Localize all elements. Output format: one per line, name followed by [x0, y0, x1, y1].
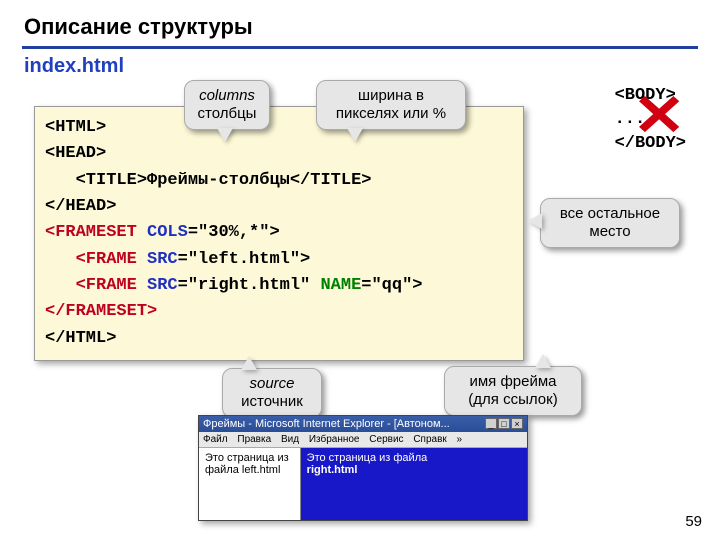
- browser-titlebar: Фреймы - Microsoft Internet Explorer - […: [199, 416, 527, 432]
- callout-rest: все остальное место: [540, 198, 680, 248]
- frame-right-text: Это страница из файла: [307, 452, 428, 464]
- callout-framename: имя фрейма (для ссылок): [444, 366, 582, 416]
- menu-item[interactable]: Справк: [413, 434, 446, 445]
- code-line: <FRAME: [45, 250, 137, 269]
- frame-left: Это страница из файла left.html: [199, 448, 301, 520]
- menu-item[interactable]: Избранное: [309, 434, 360, 445]
- body-close: </BODY>: [615, 132, 686, 156]
- title-rule: [22, 46, 698, 49]
- page-number: 59: [685, 513, 702, 530]
- browser-window: Фреймы - Microsoft Internet Explorer - […: [198, 415, 528, 521]
- frame-left-text: Это страница из файла left.html: [205, 452, 289, 476]
- callout-tail-icon: [347, 128, 363, 142]
- code-line: <HEAD>: [45, 144, 106, 163]
- callout-text: имя фрейма (для ссылок): [468, 373, 557, 408]
- code-line: </FRAMESET>: [45, 302, 157, 321]
- callout-text: columns: [199, 87, 255, 104]
- code-block: <HTML> <HEAD> <TITLE>Фреймы-столбцы</TIT…: [34, 106, 524, 361]
- callout-tail-icon: [528, 213, 542, 229]
- minimize-icon[interactable]: _: [485, 418, 497, 429]
- body-block: <BODY> ... </BODY>: [615, 84, 686, 155]
- browser-menubar: Файл Правка Вид Избранное Сервис Справк …: [199, 432, 527, 448]
- body-dots: ...: [615, 108, 686, 132]
- code-line: <HTML>: [45, 118, 106, 137]
- code-line: <TITLE>: [45, 171, 147, 190]
- callout-tail-icon: [535, 354, 551, 368]
- menu-item[interactable]: Сервис: [369, 434, 403, 445]
- callout-tail-icon: [217, 128, 233, 142]
- callout-text: столбцы: [198, 105, 257, 122]
- callout-text: все остальное место: [560, 205, 660, 240]
- menu-chevron-icon[interactable]: »: [457, 434, 463, 445]
- menu-item[interactable]: Файл: [203, 434, 228, 445]
- code-line: <FRAMESET: [45, 223, 137, 242]
- callout-text: источник: [241, 393, 303, 410]
- slide-title: Описание структуры: [0, 0, 720, 46]
- callout-width: ширина в пикселях или %: [316, 80, 466, 130]
- callout-tail-icon: [241, 356, 257, 370]
- frame-right: Это страница из файла right.html: [301, 448, 527, 520]
- close-icon[interactable]: ×: [511, 418, 523, 429]
- browser-frames: Это страница из файла left.html Это стра…: [199, 448, 527, 520]
- window-controls: _□×: [484, 418, 523, 430]
- callout-columns: columns столбцы: [184, 80, 270, 130]
- frame-right-filename: right.html: [307, 464, 358, 476]
- maximize-icon[interactable]: □: [498, 418, 510, 429]
- browser-title-text: Фреймы - Microsoft Internet Explorer - […: [203, 418, 450, 430]
- menu-item[interactable]: Вид: [281, 434, 299, 445]
- callout-text: source: [249, 375, 294, 392]
- callout-text: ширина в пикселях или %: [336, 87, 446, 122]
- body-open: <BODY>: [615, 84, 686, 108]
- callout-source: source источник: [222, 368, 322, 418]
- menu-item[interactable]: Правка: [237, 434, 271, 445]
- code-line: </HEAD>: [45, 197, 116, 216]
- code-line: </HTML>: [45, 329, 116, 348]
- code-line: <FRAME: [45, 276, 137, 295]
- filename-label: index.html: [0, 53, 720, 78]
